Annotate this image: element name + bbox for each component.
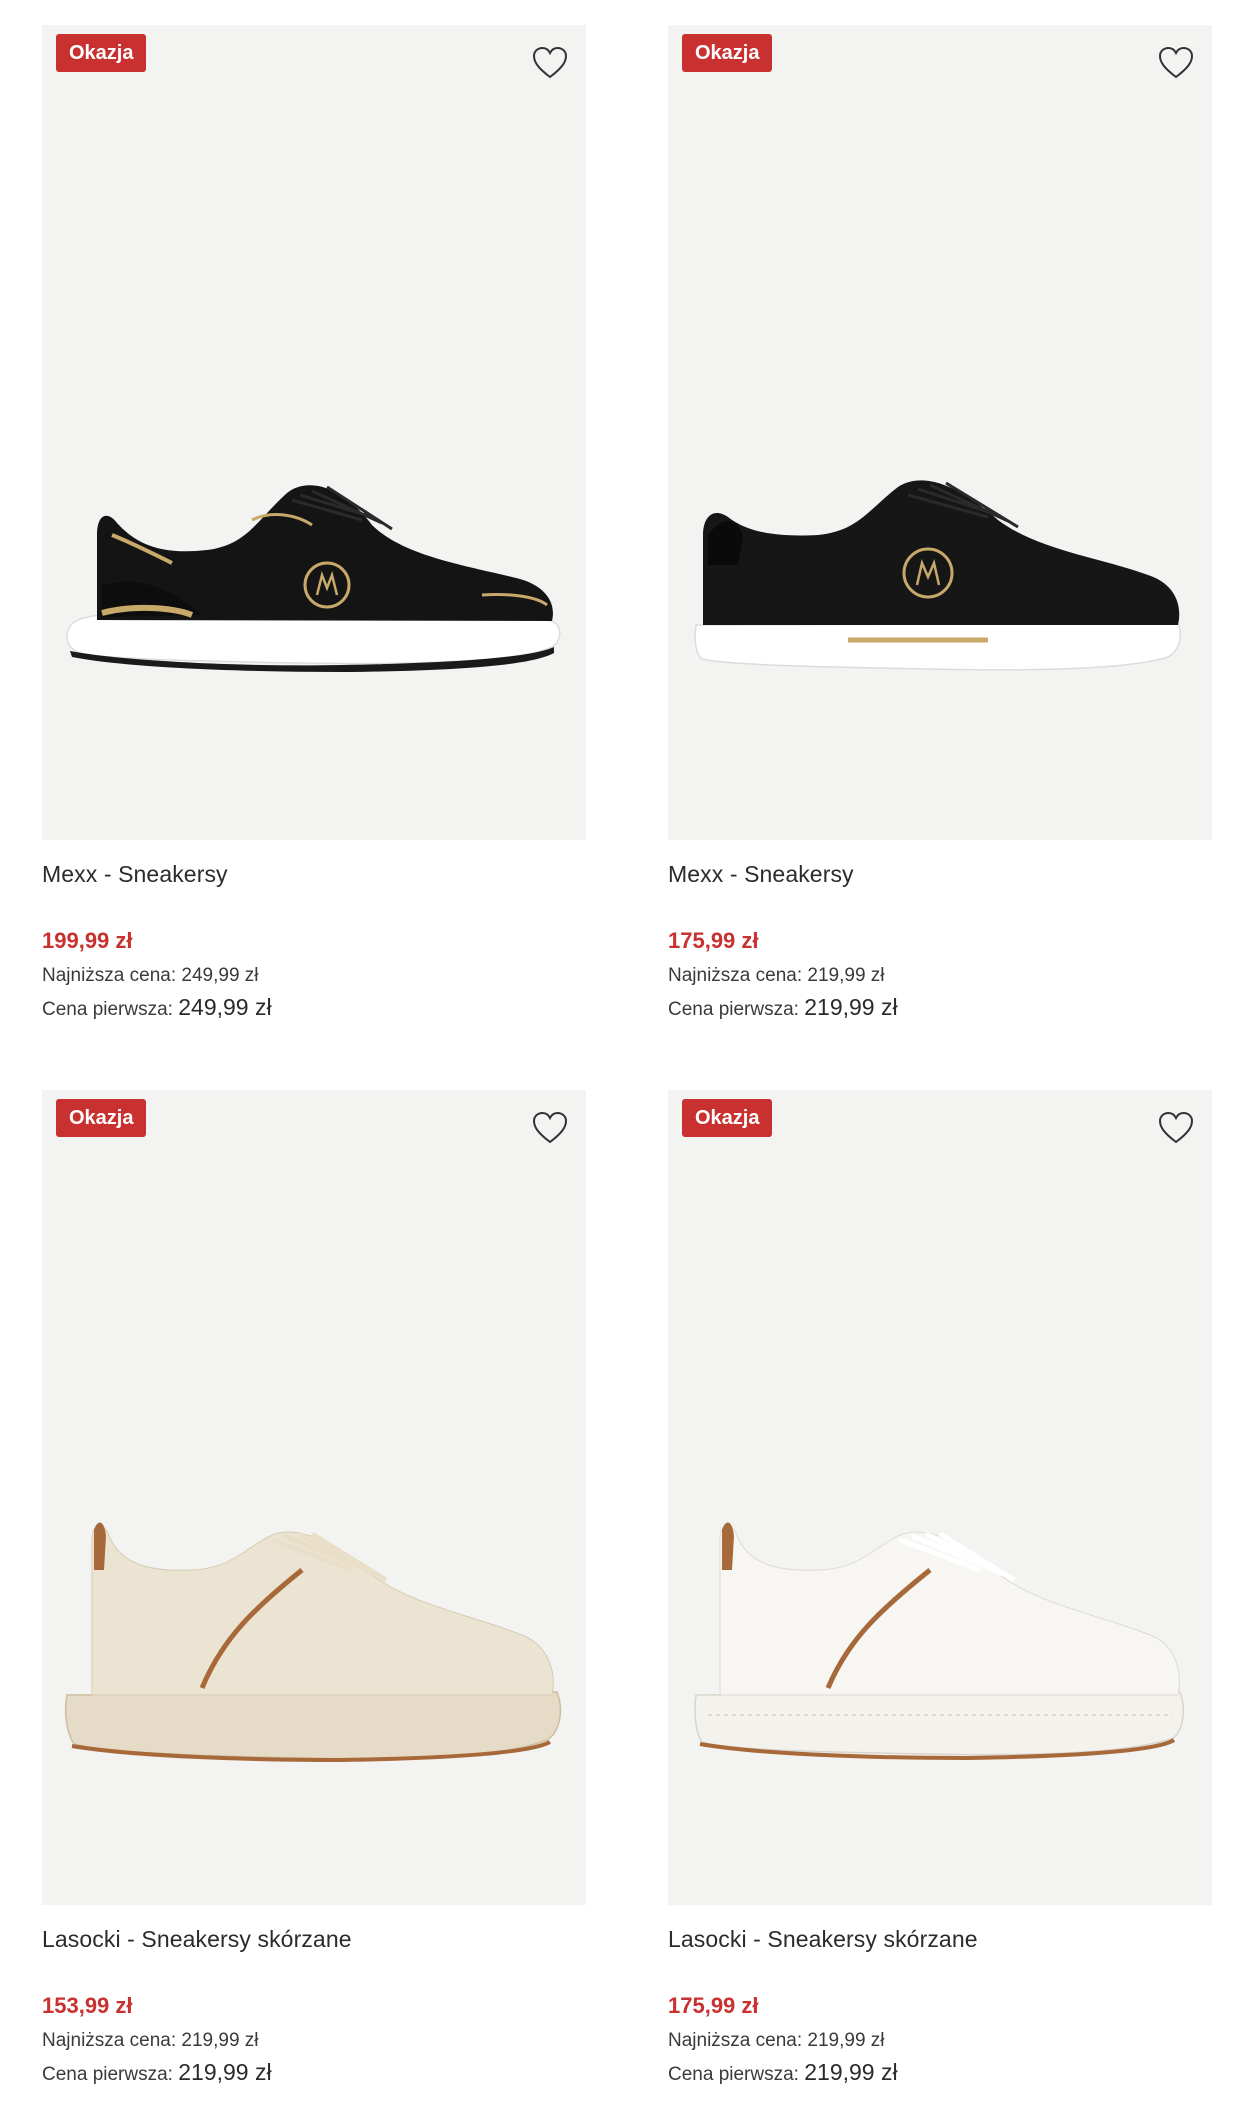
product-grid: Okazja Mexx - Sneakersy 199,99 zł Najniż… — [0, 0, 1250, 2123]
sale-badge: Okazja — [56, 34, 147, 72]
first-price-label: Cena pierwsza: — [42, 999, 173, 1020]
product-card[interactable]: Okazja — [42, 1090, 586, 2090]
lowest-price-label: Najniższa cena: — [668, 965, 803, 986]
wishlist-button[interactable] — [530, 43, 570, 83]
heart-outline-icon — [1158, 1111, 1194, 1144]
shoe-photo — [42, 425, 586, 725]
lowest-price-value: 219,99 zł — [181, 2030, 259, 2051]
first-price: Cena pierwsza: 219,99 zł — [42, 2057, 586, 2090]
lowest-price-label: Najniższa cena: — [42, 2030, 177, 2051]
product-price: 199,99 zł — [42, 928, 133, 953]
wishlist-button[interactable] — [1156, 1108, 1196, 1148]
product-title[interactable]: Lasocki - Sneakersy skórzane — [42, 1923, 586, 1955]
first-price-label: Cena pierwsza: — [42, 2064, 173, 2085]
sale-badge: Okazja — [56, 1099, 147, 1137]
product-price: 153,99 zł — [42, 1993, 133, 2018]
product-title[interactable]: Mexx - Sneakersy — [42, 858, 586, 890]
lowest-price-label: Najniższa cena: — [668, 2030, 803, 2051]
wishlist-button[interactable] — [1156, 43, 1196, 83]
heart-outline-icon — [1158, 46, 1194, 79]
heart-outline-icon — [532, 46, 568, 79]
heart-outline-icon — [532, 1111, 568, 1144]
lowest-price-value: 219,99 zł — [807, 2030, 885, 2051]
lowest-price-label: Najniższa cena: — [42, 965, 177, 986]
product-title[interactable]: Lasocki - Sneakersy skórzane — [668, 1923, 1212, 1955]
lowest-price: Najniższa cena: 219,99 zł — [42, 2027, 586, 2055]
product-card[interactable]: Okazja — [668, 25, 1212, 1025]
first-price-value: 219,99 zł — [178, 2059, 272, 2085]
product-image[interactable]: Okazja — [668, 25, 1212, 840]
first-price-label: Cena pierwsza: — [668, 2064, 799, 2085]
lowest-price: Najniższa cena: 249,99 zł — [42, 962, 586, 990]
product-card[interactable]: Okazja — [42, 25, 586, 1025]
product-image[interactable]: Okazja — [42, 25, 586, 840]
product-title[interactable]: Mexx - Sneakersy — [668, 858, 1212, 890]
product-card[interactable]: Okazja — [668, 1090, 1212, 2090]
first-price-value: 219,99 zł — [804, 994, 898, 1020]
sale-badge: Okazja — [682, 34, 773, 72]
shoe-photo — [668, 1510, 1212, 1810]
sale-badge: Okazja — [682, 1099, 773, 1137]
first-price: Cena pierwsza: 219,99 zł — [668, 992, 1212, 1025]
lowest-price-value: 219,99 zł — [807, 965, 885, 986]
shoe-photo — [668, 425, 1212, 725]
lowest-price-value: 249,99 zł — [181, 965, 259, 986]
product-image[interactable]: Okazja — [668, 1090, 1212, 1905]
wishlist-button[interactable] — [530, 1108, 570, 1148]
product-price: 175,99 zł — [668, 928, 759, 953]
first-price: Cena pierwsza: 249,99 zł — [42, 992, 586, 1025]
product-image[interactable]: Okazja — [42, 1090, 586, 1905]
lowest-price: Najniższa cena: 219,99 zł — [668, 2027, 1212, 2055]
first-price: Cena pierwsza: 219,99 zł — [668, 2057, 1212, 2090]
first-price-value: 219,99 zł — [804, 2059, 898, 2085]
first-price-value: 249,99 zł — [178, 994, 272, 1020]
lowest-price: Najniższa cena: 219,99 zł — [668, 962, 1212, 990]
first-price-label: Cena pierwsza: — [668, 999, 799, 1020]
product-price: 175,99 zł — [668, 1993, 759, 2018]
shoe-photo — [42, 1510, 586, 1810]
